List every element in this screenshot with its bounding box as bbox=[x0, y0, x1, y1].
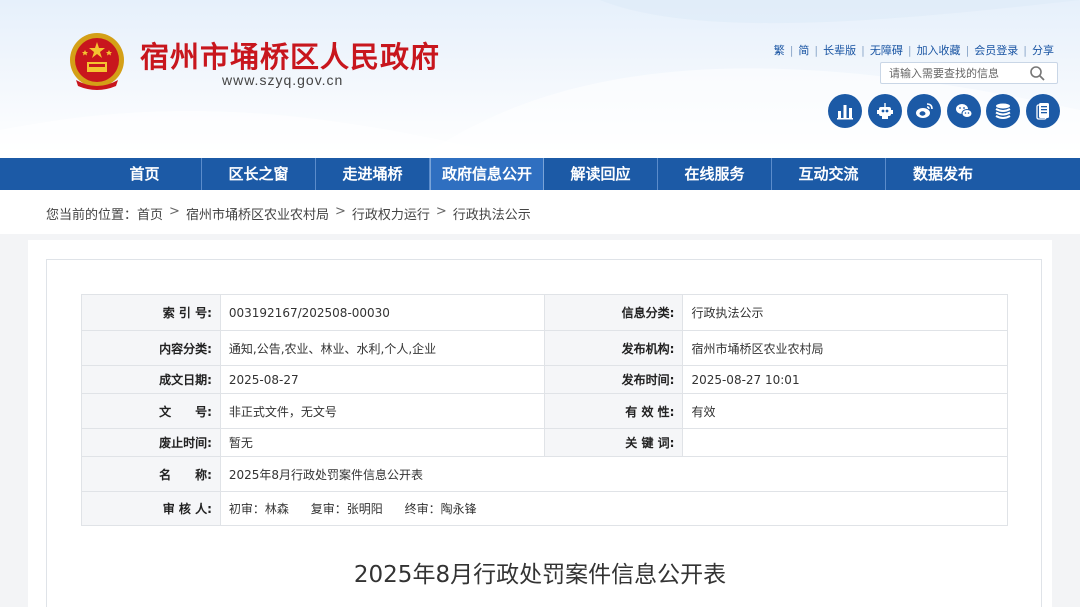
search-icon[interactable] bbox=[1029, 65, 1047, 81]
table-row: 审 核 人: 初审：林森 复审：张明阳 终审：陶永锋 bbox=[81, 491, 1009, 526]
published-time-label: 发布时间: bbox=[543, 365, 684, 394]
table-row: 废止时间: 暂无 关 键 词: bbox=[81, 428, 1008, 457]
search-input[interactable] bbox=[889, 65, 1029, 81]
top-links: 繁 | 简 | 长辈版 | 无障碍 | 加入收藏 | 会员登录 | 分享 bbox=[774, 42, 1054, 58]
mobile-app-icon[interactable] bbox=[1025, 94, 1060, 128]
member-login-link[interactable]: 会员登录 bbox=[974, 42, 1018, 58]
divider: | bbox=[861, 43, 865, 57]
divider: | bbox=[965, 43, 970, 57]
final-reviewer: 终审：陶永锋 bbox=[404, 502, 477, 516]
breadcrumb: 您当前的位置： 首页 > 宿州市埇桥区农业农村局 > 行政权力运行 > 行政执法… bbox=[46, 204, 531, 223]
nav-data-release[interactable]: 数据发布 bbox=[886, 158, 1000, 190]
table-row: 名 称: 2025年8月行政处罚案件信息公开表 bbox=[81, 456, 1009, 492]
traditional-chinese-link[interactable]: 繁 bbox=[774, 42, 785, 58]
validity-value: 有效 bbox=[682, 393, 1008, 429]
breadcrumb-separator: > bbox=[334, 204, 346, 219]
wechat-icon[interactable] bbox=[946, 94, 981, 128]
info-category-label: 信息分类: bbox=[543, 294, 684, 331]
robot-icon[interactable] bbox=[867, 94, 902, 128]
accessibility-link[interactable]: 无障碍 bbox=[870, 42, 903, 58]
doc-number-value: 非正式文件，无文号 bbox=[219, 393, 545, 429]
validity-label: 有 效 性: bbox=[543, 393, 684, 429]
nav-about[interactable]: 走进埇桥 bbox=[316, 158, 430, 190]
database-icon[interactable] bbox=[986, 94, 1020, 128]
created-date-label: 成文日期: bbox=[81, 365, 221, 394]
breadcrumb-enforcement[interactable]: 行政执法公示 bbox=[453, 204, 531, 223]
breadcrumb-bureau[interactable]: 宿州市埇桥区农业农村局 bbox=[186, 204, 329, 223]
site-domain: www.szyq.gov.cn bbox=[222, 72, 344, 88]
simplified-chinese-link[interactable]: 简 bbox=[798, 42, 809, 58]
nav-interaction[interactable]: 互动交流 bbox=[772, 158, 886, 190]
keywords-label: 关 键 词: bbox=[543, 428, 684, 457]
national-emblem-icon bbox=[70, 33, 124, 90]
breadcrumb-separator: > bbox=[435, 204, 447, 219]
table-row: 文 号: 非正式文件，无文号 有 效 性: 有效 bbox=[81, 393, 1008, 429]
nav-interpretation[interactable]: 解读回应 bbox=[544, 158, 658, 190]
expiry-label: 废止时间: bbox=[81, 428, 221, 457]
site-header: 宿州市埇桥区人民政府 www.szyq.gov.cn 繁 | 简 | 长辈版 |… bbox=[0, 0, 1080, 158]
divider: | bbox=[789, 43, 794, 57]
name-value: 2025年8月行政处罚案件信息公开表 bbox=[219, 456, 1009, 492]
second-reviewer: 复审：张明阳 bbox=[310, 502, 383, 516]
publisher-label: 发布机构: bbox=[543, 330, 684, 366]
breadcrumb-prefix: 您当前的位置： bbox=[46, 208, 138, 223]
main-nav: 首页 区长之窗 走进埇桥 政府信息公开 解读回应 在线服务 互动交流 数据发布 bbox=[0, 158, 1080, 190]
table-row: 内容分类: 通知,公告,农业、林业、水利,个人,企业 发布机构: 宿州市埇桥区农… bbox=[81, 330, 1008, 366]
nav-home[interactable]: 首页 bbox=[88, 158, 202, 190]
document-meta-table: 索 引 号: 003192167/202508-00030 信息分类: 行政执法… bbox=[81, 294, 1009, 526]
table-row: 成文日期: 2025-08-27 发布时间: 2025-08-27 10:01 bbox=[81, 365, 1008, 394]
created-date-value: 2025-08-27 bbox=[219, 365, 545, 394]
publisher-value: 宿州市埇桥区农业农村局 bbox=[682, 330, 1008, 366]
first-reviewer: 初审：林森 bbox=[228, 502, 289, 516]
published-time-value: 2025-08-27 10:01 bbox=[682, 365, 1008, 394]
nav-online-service[interactable]: 在线服务 bbox=[658, 158, 772, 190]
nav-district-head[interactable]: 区长之窗 bbox=[202, 158, 316, 190]
content-category-value: 通知,公告,农业、林业、水利,个人,企业 bbox=[219, 330, 545, 366]
nav-gov-info[interactable]: 政府信息公开 bbox=[430, 158, 544, 190]
divider: | bbox=[1023, 43, 1027, 57]
breadcrumb-home[interactable]: 首页 bbox=[137, 204, 163, 223]
reviewer-label: 审 核 人: bbox=[81, 491, 221, 526]
breadcrumb-bar: 您当前的位置： 首页 > 宿州市埇桥区农业农村局 > 行政权力运行 > 行政执法… bbox=[0, 190, 1080, 234]
share-link[interactable]: 分享 bbox=[1032, 42, 1054, 58]
info-category-value: 行政执法公示 bbox=[682, 294, 1008, 331]
name-label: 名 称: bbox=[81, 456, 221, 492]
doc-number-label: 文 号: bbox=[81, 393, 221, 429]
chart-icon[interactable] bbox=[828, 94, 862, 128]
keywords-value bbox=[682, 428, 1008, 457]
breadcrumb-separator: > bbox=[169, 204, 180, 219]
index-value: 003192167/202508-00030 bbox=[219, 294, 545, 331]
content-category-label: 内容分类: bbox=[81, 330, 221, 366]
elder-mode-link[interactable]: 长辈版 bbox=[823, 42, 856, 58]
add-favorite-link[interactable]: 加入收藏 bbox=[917, 42, 961, 58]
document-title: 2025年8月行政处罚案件信息公开表 bbox=[353, 562, 727, 588]
reviewer-value: 初审：林森 复审：张明阳 终审：陶永锋 bbox=[219, 491, 1009, 526]
breadcrumb-admin-power[interactable]: 行政权力运行 bbox=[352, 204, 430, 223]
divider: | bbox=[814, 43, 819, 57]
divider: | bbox=[907, 43, 912, 57]
table-row: 索 引 号: 003192167/202508-00030 信息分类: 行政执法… bbox=[81, 294, 1008, 331]
expiry-value: 暂无 bbox=[219, 428, 545, 457]
weibo-icon[interactable] bbox=[907, 94, 941, 128]
search-box bbox=[880, 62, 1058, 84]
index-label: 索 引 号: bbox=[81, 294, 221, 331]
quick-icons bbox=[828, 94, 1065, 128]
site-name[interactable]: 宿州市埇桥区人民政府 bbox=[140, 34, 440, 76]
